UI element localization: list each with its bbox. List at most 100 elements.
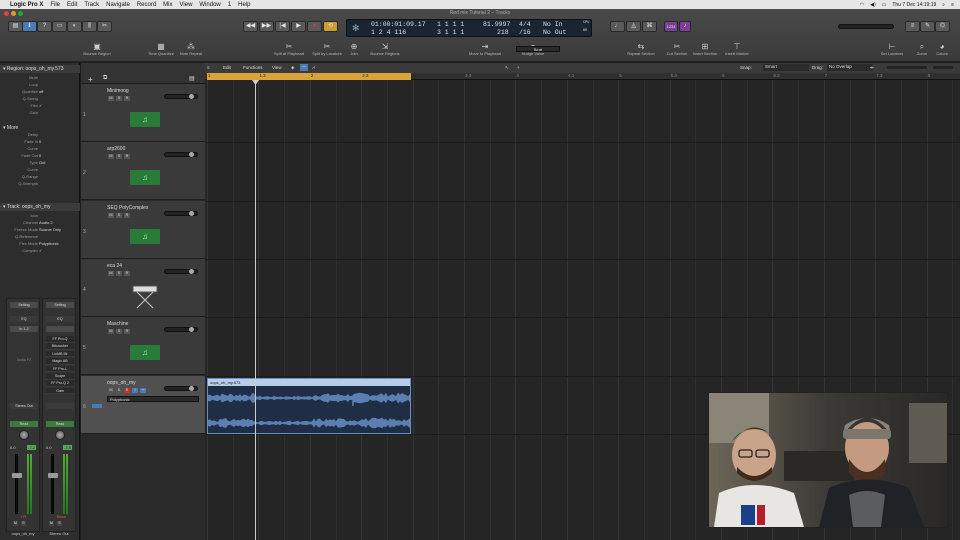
inspector-row[interactable]: Curve [0,146,80,153]
solo-button[interactable]: S [116,212,122,218]
plus-tool-icon[interactable]: + [517,65,520,70]
track-volume-slider[interactable] [164,152,198,158]
inspector-row[interactable]: Channel Audio 2 [0,220,80,227]
wifi-icon[interactable]: ◠ [860,2,864,8]
inspector-row[interactable]: Icon [0,213,80,220]
tool-insert-marker[interactable]: ⊤ Insert Marker [712,42,762,56]
track-volume-slider[interactable] [164,94,198,99]
track-name[interactable]: SEQ PolyComplex [107,205,148,211]
eq-display[interactable]: EQ [46,316,74,322]
mute-button[interactable]: M [108,212,114,218]
record-enable-button[interactable]: R [124,387,130,393]
keyboard-icon[interactable] [131,280,159,310]
midi-instrument-icon[interactable]: ♫ [130,345,160,361]
track-header[interactable]: 5 Maschine M S R ♫ [81,317,205,376]
horizontal-zoom-slider[interactable] [887,66,927,69]
mute-button[interactable]: M [108,154,114,160]
track-name[interactable]: Maschine [107,321,128,327]
metronome-button[interactable]: ♪ [679,21,691,32]
editors-button[interactable]: ✂ [97,21,112,32]
forward-button[interactable]: ▶▶ [259,21,274,32]
record-button[interactable]: ● [307,21,322,32]
track-name[interactable]: arp2600 [107,146,125,152]
edit-menu[interactable]: Edit [223,65,231,70]
menu-help[interactable]: Help [238,2,250,8]
track-volume-slider[interactable] [164,385,198,391]
inspector-row[interactable]: Delay [0,132,80,139]
midi-instrument-icon[interactable]: ♫ [130,112,160,127]
automation-icon[interactable]: ⩘ [312,65,315,70]
mute-button[interactable]: M [108,387,114,393]
track-header[interactable]: 4 eca 24 M S R [81,258,205,317]
inspector-row[interactable]: Mute [0,75,80,82]
output-slot[interactable] [46,403,74,409]
strip-input-label[interactable]: I R [21,514,26,519]
toolbar-button[interactable]: ▭ [52,21,67,32]
inspector-row[interactable]: Q-Range [0,174,80,181]
track-header[interactable]: 2 arp2600 M S R ♫ [81,142,205,201]
volume-fader[interactable] [12,473,22,478]
track-header[interactable]: 6 oops_oh_my M S R I ⇿ Polyphonic [81,375,205,434]
region-icon[interactable]: ⇿ [140,387,146,393]
setting-button[interactable]: Setting [46,302,74,308]
setting-button[interactable]: Setting [10,302,38,308]
tool-bounce-region[interactable]: ▣ Bounce Region [72,42,122,56]
midi-instrument-icon[interactable]: ♫ [130,170,160,186]
menu-view[interactable]: View [180,2,193,8]
battery-icon[interactable]: ▭ [882,2,887,8]
global-tracks-icon[interactable]: ▤ [189,75,195,82]
plugin-slot[interactable]: LinMB Mr [46,350,74,358]
midi-instrument-icon[interactable]: ♫ [130,228,160,244]
inspector-row[interactable]: Q-Strength [0,181,80,188]
duplicate-track-icon[interactable]: ⧉ [103,75,107,82]
inspector-row[interactable]: Flex ✓ [0,103,80,110]
inspector-row[interactable]: Curve [0,167,80,174]
menu-mix[interactable]: Mix [163,2,172,8]
rewind-button[interactable]: ◀◀ [243,21,258,32]
input-monitor-button[interactable]: I [132,387,138,393]
strip-input-label[interactable]: Bnce [57,514,66,519]
plugin-slot[interactable]: FF Pro-L [46,365,74,373]
track-header[interactable]: 1 Minimoog M S R ♫ [81,84,205,142]
menu-list-icon[interactable]: ≡ [951,2,954,8]
snap-dropdown[interactable]: Smart [763,64,809,71]
go-to-beginning-button[interactable]: |◀ [275,21,290,32]
lcd-mode-button[interactable]: 1234 [664,21,678,32]
pan-knob[interactable] [55,430,65,440]
inspector-row[interactable]: Fade Out 0 [0,153,80,160]
automation-mode[interactable]: Read [46,421,74,427]
volume-fader-track[interactable] [51,454,54,514]
mute-button[interactable]: M [108,329,114,335]
tool-colors[interactable]: ◕ Colors [917,42,960,56]
pointer-tool-icon[interactable]: ↖ [505,65,509,71]
drag-dropdown[interactable]: No Overlap [827,64,873,71]
solo-button[interactable]: ◬ [626,21,641,32]
catch-icon[interactable]: ◈ [291,65,294,71]
inspector-row[interactable]: Q-Reference [0,234,80,241]
plugin-slot[interactable]: Scope [46,373,74,380]
list-editors-button[interactable]: ≡ [905,21,920,32]
tool-move-to-playhead[interactable]: ⇥ Move to Playhead [460,42,510,56]
quick-help-button[interactable]: ? [37,21,52,32]
play-button[interactable]: ▶ [291,21,306,32]
inspector-row[interactable]: Fade In 0 [0,139,80,146]
track-volume-slider[interactable] [164,268,198,274]
master-volume-slider[interactable] [838,24,894,29]
inspector-button[interactable]: ℹ [22,21,37,32]
inspector-row[interactable]: Gain [0,110,80,117]
record-enable-button[interactable]: R [124,270,130,276]
track-name[interactable]: eca 24 [107,263,122,269]
inspector-row[interactable]: Quantize off [0,89,80,96]
input-slot[interactable] [46,326,74,332]
solo-button[interactable]: S [21,521,26,526]
menu-app-name[interactable]: Logic Pro X [10,2,43,8]
eq-display[interactable]: EQ [10,316,38,322]
solo-button[interactable]: S [116,96,122,101]
mute-button[interactable]: M [108,270,114,276]
input-slot[interactable]: In 1-2 [10,326,38,332]
volume-fader-track[interactable] [15,454,18,514]
lcd-display[interactable]: ✻ 01:00:01:09.17 1 2 4 116 1 1 1 1 3 1 1… [346,19,592,37]
menu-window[interactable]: Window [199,2,220,8]
volume-fader[interactable] [48,473,58,478]
playhead[interactable] [255,80,256,540]
